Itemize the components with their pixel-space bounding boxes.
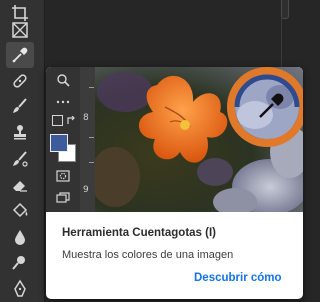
healing-brush-icon [13,74,27,88]
eraser-icon [13,181,27,192]
flower-photo [95,67,303,212]
tooltip-preview: 8 9 [46,67,303,212]
brush-icon [13,98,27,113]
screen-mode-icon [53,189,73,207]
foreground-color-swatch [50,134,68,152]
pen-tool-button[interactable] [6,276,34,302]
blur-tool-button[interactable] [6,224,34,250]
paint-bucket-icon [12,202,28,218]
preview-toolbar [46,67,80,212]
tool-tooltip: 8 9 Herramienta Cuentagotas (I) Muestra … [46,67,303,299]
eyedropper-tool-button[interactable] [6,42,34,68]
dodge-tool-button[interactable] [6,250,34,276]
more-tools-icon [53,93,73,111]
tools-panel [0,0,45,302]
zoom-icon [53,71,73,89]
swap-colors-icon [66,113,76,124]
pen-icon [14,279,26,297]
eyedropper-icon [12,47,28,63]
stamp-icon [14,125,26,140]
drop-icon [15,230,25,245]
frame-tool-button[interactable] [6,17,34,43]
ruler-number: 9 [83,185,89,195]
vertical-ruler: 8 9 [80,67,96,212]
default-colors-icon [52,115,63,126]
paint-bucket-tool-button[interactable] [6,198,34,224]
history-brush-icon [13,151,28,167]
scrollbar[interactable] [281,0,289,19]
dodge-icon [12,256,25,270]
frame-icon [12,22,28,38]
learn-how-link[interactable]: Descubrir cómo [194,272,282,284]
spot-healing-brush-tool-button[interactable] [6,68,34,94]
quick-mask-icon [53,167,73,185]
tooltip-description: Muestra los colores de una imagen [62,249,234,261]
canvas-divider [281,18,282,68]
history-brush-tool-button[interactable] [6,146,34,172]
tooltip-title: Herramienta Cuentagotas (I) [62,227,217,239]
clone-stamp-tool-button[interactable] [6,120,34,146]
brush-tool-button[interactable] [6,93,34,119]
eraser-tool-button[interactable] [6,172,34,198]
ruler-number: 8 [83,113,89,123]
